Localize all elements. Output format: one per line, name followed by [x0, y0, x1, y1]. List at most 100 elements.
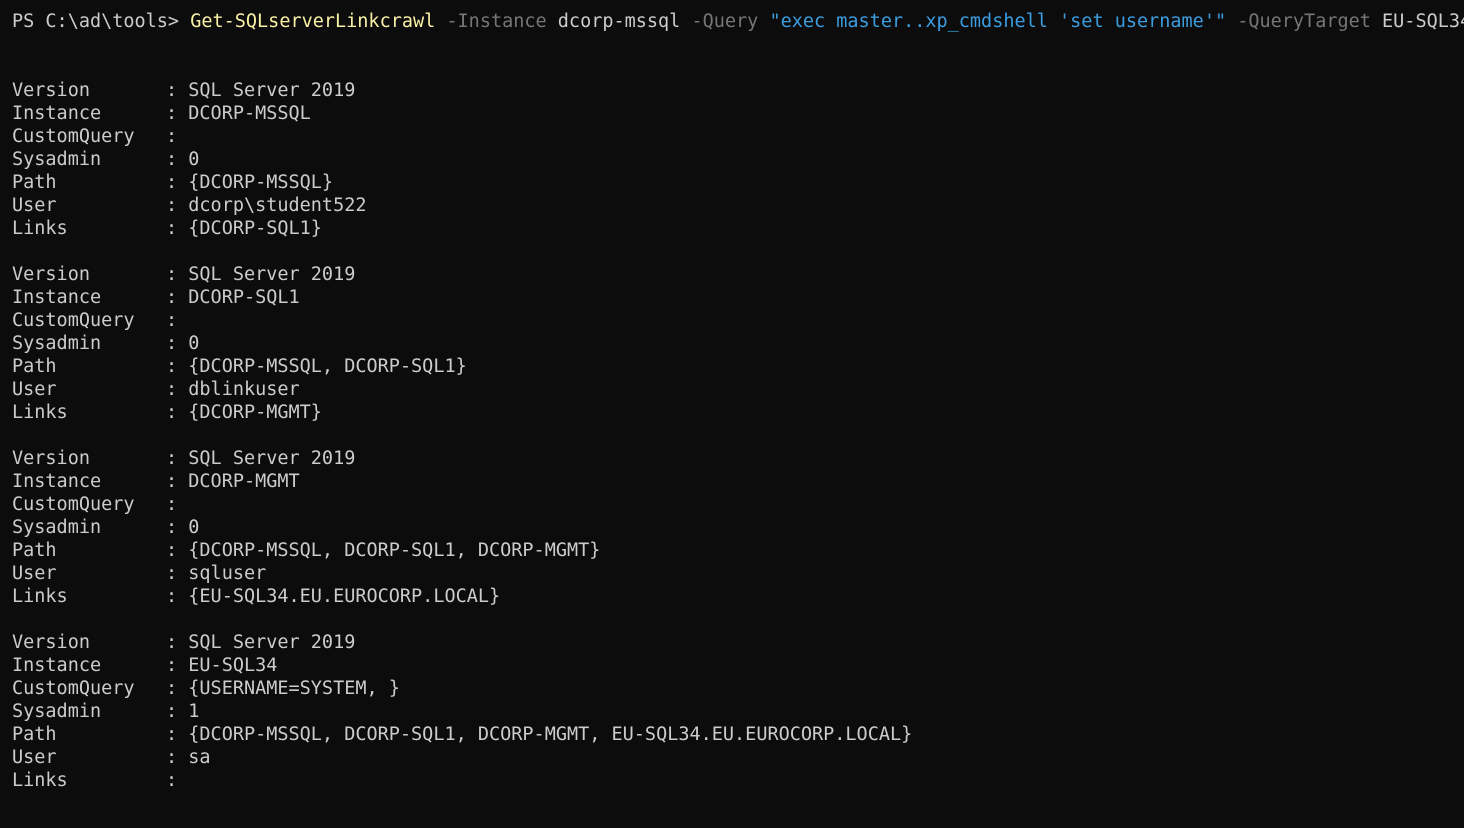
field-separator: :	[166, 586, 189, 607]
field-value: {DCORP-MSSQL, DCORP-SQL1}	[188, 356, 467, 377]
record-field-version: Version: SQL Server 2019	[12, 447, 1464, 470]
field-value: 0	[188, 149, 200, 170]
field-value: 0	[188, 517, 200, 538]
field-separator: :	[166, 770, 189, 791]
field-separator: :	[166, 563, 189, 584]
record-field-instance: Instance: DCORP-SQL1	[12, 286, 1464, 309]
record-field-customquery: CustomQuery:	[12, 309, 1464, 332]
field-separator: :	[166, 149, 189, 170]
record-field-sysadmin: Sysadmin: 0	[12, 332, 1464, 355]
record-field-user: User: dblinkuser	[12, 378, 1464, 401]
output-records: Version: SQL Server 2019 Instance: DCORP-…	[12, 79, 1464, 792]
record-field-path: Path: {DCORP-MSSQL}	[12, 171, 1464, 194]
record-field-customquery: CustomQuery:	[12, 493, 1464, 516]
field-label: User	[12, 563, 57, 584]
field-label: Path	[12, 724, 57, 745]
value-instance: dcorp-mssql	[557, 11, 681, 32]
value-query: "exec master..xp_cmdshell 'set username'…	[769, 11, 1227, 32]
field-value: SQL Server 2019	[188, 264, 356, 285]
record-field-sysadmin: Sysadmin: 0	[12, 516, 1464, 539]
field-label: Version	[12, 632, 90, 653]
param-querytarget: -QueryTarget	[1237, 11, 1371, 32]
field-value: sa	[188, 747, 211, 768]
field-value: {DCORP-SQL1}	[188, 218, 322, 239]
record-field-sysadmin: Sysadmin: 0	[12, 148, 1464, 171]
field-separator: :	[166, 218, 189, 239]
record-field-version: Version: SQL Server 2019	[12, 263, 1464, 286]
field-label: Sysadmin	[12, 701, 102, 722]
field-value: DCORP-MSSQL	[188, 103, 311, 124]
field-label: Sysadmin	[12, 149, 102, 170]
field-label: Instance	[12, 655, 102, 676]
terminal-window[interactable]: PS C:\ad\tools> Get-SQLserverLinkcrawl -…	[0, 0, 1464, 828]
field-label: Path	[12, 540, 57, 561]
field-value: sqluser	[188, 563, 267, 584]
field-value: dblinkuser	[188, 379, 300, 400]
field-label: User	[12, 195, 57, 216]
field-label: Sysadmin	[12, 333, 102, 354]
record-field-user: User: sqluser	[12, 562, 1464, 585]
field-separator: :	[166, 402, 189, 423]
record-field-instance: Instance: DCORP-MGMT	[12, 470, 1464, 493]
field-separator: :	[166, 701, 189, 722]
field-value: EU-SQL34	[188, 655, 278, 676]
field-label: CustomQuery	[12, 678, 135, 699]
field-separator: :	[166, 655, 189, 676]
field-separator: :	[166, 448, 189, 469]
field-value: {USERNAME=SYSTEM, }	[188, 678, 400, 699]
field-value: {DCORP-MSSQL}	[188, 172, 334, 193]
prompt-path: PS C:\ad\tools>	[12, 11, 191, 32]
field-separator: :	[166, 126, 189, 147]
command-line: PS C:\ad\tools> Get-SQLserverLinkcrawl -…	[12, 10, 1464, 33]
field-separator: :	[166, 287, 189, 308]
field-label: CustomQuery	[12, 126, 135, 147]
field-value: dcorp\student522	[188, 195, 367, 216]
param-query: -Query	[691, 11, 759, 32]
record-field-path: Path: {DCORP-MSSQL, DCORP-SQL1}	[12, 355, 1464, 378]
field-label: Instance	[12, 103, 102, 124]
record-field-path: Path: {DCORP-MSSQL, DCORP-SQL1, DCORP-MG…	[12, 723, 1464, 746]
cmdlet-name: Get-SQLserverLinkcrawl	[190, 11, 436, 32]
record-field-sysadmin: Sysadmin: 1	[12, 700, 1464, 723]
record-field-links: Links: {EU-SQL34.EU.EUROCORP.LOCAL}	[12, 585, 1464, 608]
field-separator: :	[166, 103, 189, 124]
record-field-user: User: sa	[12, 746, 1464, 769]
field-value: SQL Server 2019	[188, 632, 356, 653]
field-value: DCORP-SQL1	[188, 287, 300, 308]
output-record: Version: SQL Server 2019 Instance: DCORP-…	[12, 79, 1464, 240]
record-field-path: Path: {DCORP-MSSQL, DCORP-SQL1, DCORP-MG…	[12, 539, 1464, 562]
field-separator: :	[166, 264, 189, 285]
field-label: Links	[12, 586, 68, 607]
record-field-customquery: CustomQuery: {USERNAME=SYSTEM, }	[12, 677, 1464, 700]
field-value: DCORP-MGMT	[188, 471, 300, 492]
record-field-version: Version: SQL Server 2019	[12, 631, 1464, 654]
output-record: Version: SQL Server 2019 Instance: DCORP-…	[12, 447, 1464, 608]
field-separator: :	[166, 494, 189, 515]
field-separator: :	[166, 80, 189, 101]
field-label: CustomQuery	[12, 310, 135, 331]
field-value: SQL Server 2019	[188, 80, 356, 101]
field-label: Version	[12, 80, 90, 101]
field-separator: :	[166, 724, 189, 745]
param-instance: -Instance	[446, 11, 547, 32]
value-querytarget: EU-SQL34	[1382, 11, 1464, 32]
field-separator: :	[166, 333, 189, 354]
field-value: {DCORP-MGMT}	[188, 402, 322, 423]
record-field-links: Links:	[12, 769, 1464, 792]
field-label: Path	[12, 172, 57, 193]
field-label: Links	[12, 402, 68, 423]
field-separator: :	[166, 517, 189, 538]
output-record: Version: SQL Server 2019 Instance: EU-SQL…	[12, 631, 1464, 792]
field-separator: :	[166, 471, 189, 492]
field-label: Path	[12, 356, 57, 377]
record-field-links: Links: {DCORP-MGMT}	[12, 401, 1464, 424]
field-separator: :	[166, 356, 189, 377]
field-separator: :	[166, 172, 189, 193]
field-label: User	[12, 379, 57, 400]
record-field-instance: Instance: DCORP-MSSQL	[12, 102, 1464, 125]
field-label: Version	[12, 448, 90, 469]
field-separator: :	[166, 632, 189, 653]
field-separator: :	[166, 540, 189, 561]
field-label: Instance	[12, 287, 102, 308]
field-label: Sysadmin	[12, 517, 102, 538]
